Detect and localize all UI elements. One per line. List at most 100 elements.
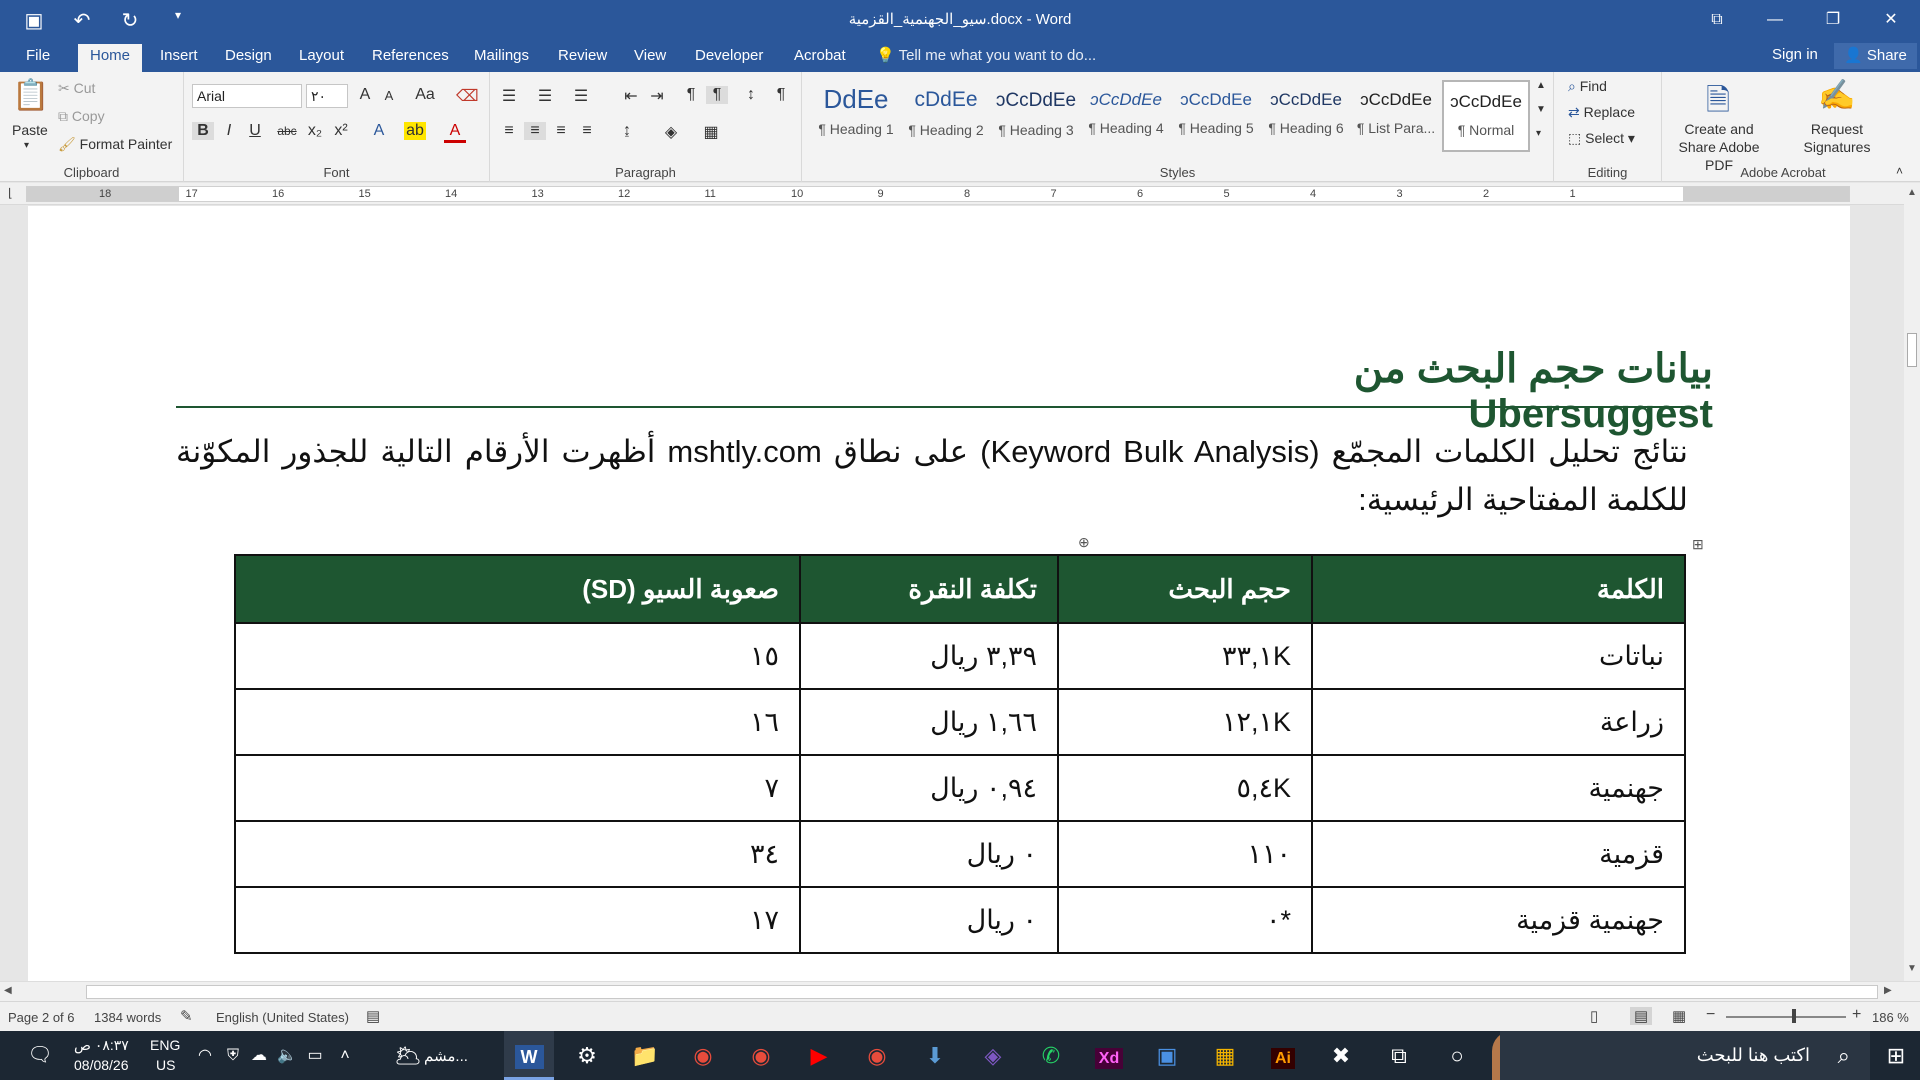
style-list-paragraph[interactable]: ɔCcDdEe ¶ List Para... — [1352, 80, 1440, 152]
notification-icon[interactable]: 🗨 — [20, 1031, 60, 1080]
table-header-cell[interactable]: حجم البحث — [1057, 554, 1313, 624]
table-cell[interactable]: *٠ — [1057, 886, 1313, 954]
input-language[interactable]: ENG — [150, 1037, 180, 1053]
tab-references[interactable]: References — [360, 46, 461, 72]
subscript-icon[interactable]: x₂ — [304, 122, 326, 140]
input-region[interactable]: US — [156, 1057, 175, 1073]
word-count[interactable]: 1384 words — [94, 1010, 161, 1025]
table-cell[interactable]: نباتات — [1311, 622, 1686, 690]
onedrive-icon[interactable]: ☁ — [246, 1031, 272, 1080]
page-count[interactable]: Page 2 of 6 — [8, 1010, 75, 1025]
sign-in-link[interactable]: Sign in — [1772, 46, 1818, 63]
show-marks-icon[interactable]: ¶ — [770, 86, 792, 104]
request-signatures-icon[interactable]: ✍ — [1818, 78, 1855, 113]
table-cell[interactable]: ١١٠ — [1057, 820, 1313, 888]
find-button[interactable]: ⌕ Find — [1568, 78, 1607, 95]
style-heading-1[interactable]: DdEe ¶ Heading 1 — [812, 80, 900, 152]
table-cell[interactable]: ١٧ — [234, 886, 801, 954]
styles-scroll-down-icon[interactable]: ▼ — [1536, 104, 1546, 115]
vertical-scroll-thumb[interactable] — [1907, 333, 1917, 367]
sort-icon[interactable]: ↕ — [740, 86, 762, 104]
table-add-column-icon[interactable]: ⊞ — [1692, 536, 1704, 553]
capcut-icon[interactable]: ✖ — [1316, 1031, 1366, 1080]
grow-font-icon[interactable]: A — [354, 86, 376, 104]
superscript-icon[interactable]: x² — [330, 122, 352, 140]
table-cell[interactable]: ٣٤ — [234, 820, 801, 888]
vertical-scrollbar[interactable]: ▲ ▼ — [1904, 183, 1920, 981]
ribbon-display-icon[interactable]: ⧉ — [1688, 0, 1746, 40]
cortana-icon[interactable]: ○ — [1432, 1031, 1482, 1080]
task-view-icon[interactable]: ⧉ — [1374, 1031, 1424, 1080]
italic-icon[interactable]: I — [218, 122, 240, 140]
table-cell[interactable]: ٠ ريال — [799, 886, 1059, 954]
multilevel-list-icon[interactable]: ☰ — [570, 86, 592, 106]
styles-more-icon[interactable]: ▾ — [1536, 128, 1541, 139]
zoom-slider-thumb[interactable] — [1792, 1009, 1796, 1023]
align-center-icon[interactable]: ≡ — [524, 122, 546, 140]
style-heading-5[interactable]: ɔCcDdEe ¶ Heading 5 — [1172, 80, 1260, 152]
adobe-xd-icon[interactable]: Xd — [1084, 1031, 1134, 1080]
text-effects-icon[interactable]: A — [368, 122, 390, 140]
minimize-icon[interactable]: — — [1746, 0, 1804, 40]
file-explorer-icon[interactable]: 📁 — [620, 1031, 670, 1080]
font-name-select[interactable]: Arial — [192, 84, 302, 108]
tab-view[interactable]: View — [622, 46, 678, 72]
table-move-handle-icon[interactable]: ⊕ — [1078, 534, 1090, 551]
document-paragraph[interactable]: نتائج تحليل الكلمات المجمّع (Keyword Bul… — [176, 428, 1688, 524]
windows-start-icon[interactable]: ⊞ — [1872, 1031, 1920, 1080]
table-cell[interactable]: ١٦ — [234, 688, 801, 756]
whatsapp-icon[interactable]: ✆ — [1026, 1031, 1076, 1080]
request-signatures-button[interactable]: Request Signatures — [1782, 120, 1892, 156]
bullets-icon[interactable]: ☰ — [498, 86, 520, 106]
remote-desktop-icon[interactable]: ▣ — [1142, 1031, 1192, 1080]
document-heading[interactable]: بيانات حجم البحث من Ubersuggest — [1148, 346, 1713, 437]
align-right-icon[interactable]: ≡ — [550, 122, 572, 140]
shrink-font-icon[interactable]: A — [378, 88, 400, 103]
horizontal-scrollbar[interactable]: ◀ ▶ — [0, 981, 1920, 1001]
downloads-icon[interactable]: ⬇ — [910, 1031, 960, 1080]
zoom-slider[interactable] — [1726, 1016, 1846, 1018]
volume-icon[interactable]: 🔈 — [274, 1031, 300, 1080]
ltr-icon[interactable]: ¶ — [680, 86, 702, 104]
copy-button[interactable]: ⧉ Copy — [58, 108, 105, 125]
settings-icon[interactable]: ⚙ — [562, 1031, 612, 1080]
clock-date[interactable]: 08/08/26 — [74, 1057, 129, 1073]
scroll-down-icon[interactable]: ▼ — [1907, 963, 1917, 974]
zoom-out-icon[interactable]: − — [1706, 1006, 1715, 1024]
chrome-app-icon[interactable]: ◉ — [852, 1031, 902, 1080]
table-cell[interactable]: زراعة — [1311, 688, 1686, 756]
weather-icon[interactable]: 🌥 — [392, 1031, 424, 1080]
tab-acrobat[interactable]: Acrobat — [782, 46, 858, 72]
font-size-select[interactable]: ٢٠ — [306, 84, 348, 108]
table-cell[interactable]: ٣,٣٩ ريال — [799, 622, 1059, 690]
table-cell[interactable]: ١٥ — [234, 622, 801, 690]
show-hidden-icons[interactable]: ˄ — [332, 1031, 358, 1080]
zoom-level[interactable]: 186 % — [1872, 1010, 1909, 1025]
table-header-cell[interactable]: صعوبة السيو (SD) — [234, 554, 801, 624]
scroll-left-icon[interactable]: ◀ — [4, 985, 12, 996]
web-layout-icon[interactable]: ▦ — [1672, 1007, 1686, 1025]
bold-icon[interactable]: B — [192, 122, 214, 140]
font-color-icon[interactable]: A — [444, 122, 466, 143]
table-cell[interactable]: ١٢,١K — [1057, 688, 1313, 756]
youtube-icon[interactable]: ▶ — [794, 1031, 844, 1080]
read-mode-icon[interactable]: ▯ — [1590, 1007, 1598, 1025]
justify-icon[interactable]: ≡ — [576, 122, 598, 140]
style-heading-6[interactable]: ɔCcDdEe ¶ Heading 6 — [1262, 80, 1350, 152]
tab-mailings[interactable]: Mailings — [462, 46, 541, 72]
change-case-icon[interactable]: Aa — [410, 86, 440, 104]
tab-file[interactable]: File — [14, 46, 62, 72]
tab-design[interactable]: Design — [213, 46, 284, 72]
tab-developer[interactable]: Developer — [683, 46, 775, 72]
style-heading-4[interactable]: ɔCcDdEe ¶ Heading 4 — [1082, 80, 1170, 152]
increase-indent-icon[interactable]: ⇥ — [646, 86, 668, 106]
share-button[interactable]: 👤 Share — [1834, 43, 1917, 69]
vpn-icon[interactable]: ◈ — [968, 1031, 1018, 1080]
restore-icon[interactable]: ❐ — [1804, 0, 1862, 40]
borders-icon[interactable]: ▦ — [700, 122, 722, 142]
table-cell[interactable]: ٠,٩٤ ريال — [799, 754, 1059, 822]
style-heading-3[interactable]: ɔCcDdEe ¶ Heading 3 — [992, 80, 1080, 152]
zoom-in-icon[interactable]: + — [1852, 1006, 1861, 1024]
paste-button[interactable]: Paste — [12, 122, 48, 138]
style-heading-2[interactable]: cDdEe ¶ Heading 2 — [902, 80, 990, 152]
